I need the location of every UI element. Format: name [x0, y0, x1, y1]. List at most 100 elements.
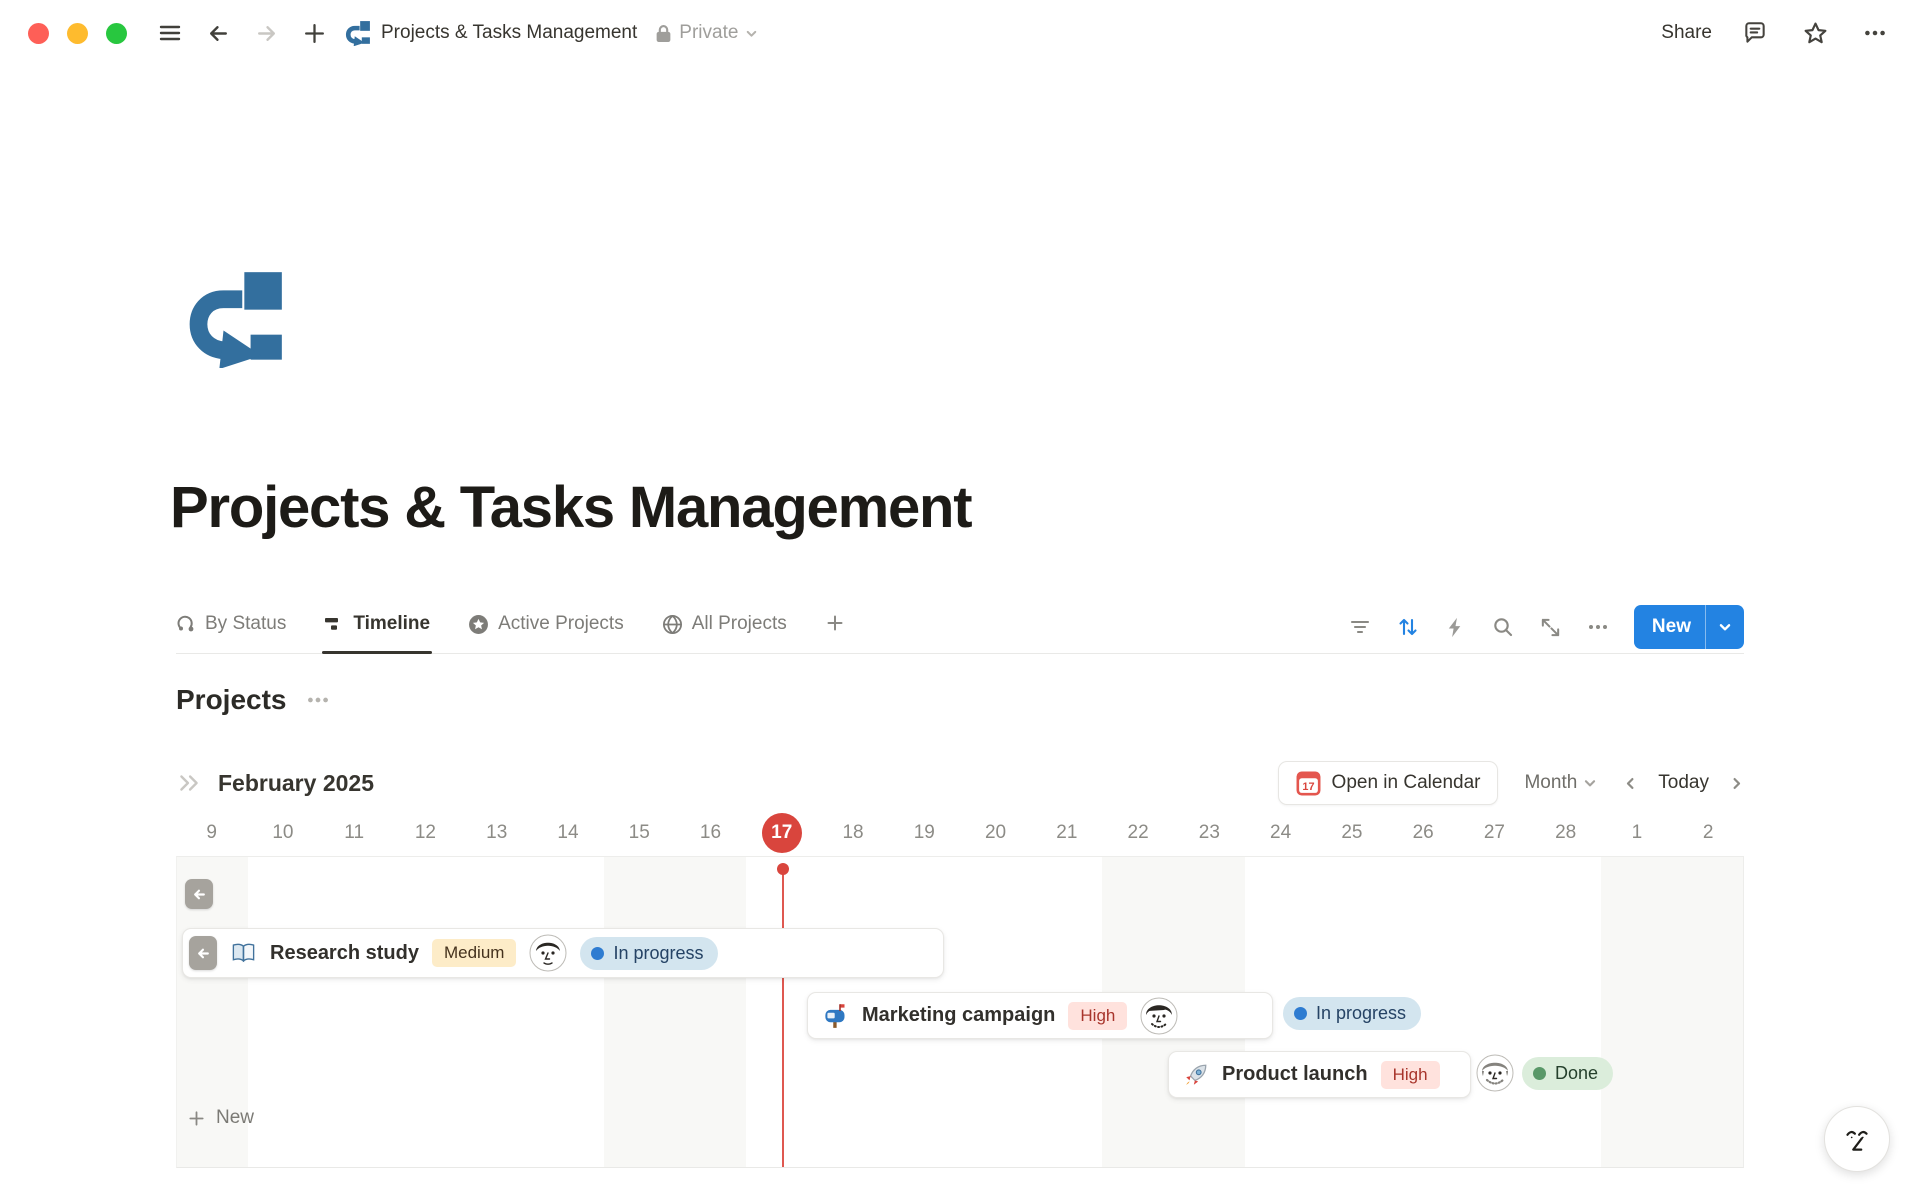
- timeline-day: 2: [1673, 810, 1744, 856]
- tab-active-projects[interactable]: Active Projects: [468, 613, 624, 653]
- timeline-card-marketing-campaign[interactable]: Marketing campaign High: [807, 992, 1273, 1039]
- timeline-day: 10: [247, 810, 318, 856]
- timeline-day: 28: [1530, 810, 1601, 856]
- prev-month-icon[interactable]: [1623, 776, 1638, 791]
- tab-all-projects[interactable]: All Projects: [662, 613, 787, 653]
- section-title: Projects: [176, 684, 287, 716]
- timeline-day: 1: [1601, 810, 1672, 856]
- priority-tag: High: [1068, 1002, 1127, 1030]
- timeline-card-research-study[interactable]: Research study Medium In progress: [182, 928, 944, 978]
- weekend-shade: [675, 857, 746, 1167]
- assignee-avatar: [529, 934, 567, 972]
- timeline-day: 24: [1245, 810, 1316, 856]
- close-window-button[interactable]: [28, 23, 49, 44]
- timeline-day: 22: [1102, 810, 1173, 856]
- sort-icon[interactable]: [1396, 615, 1420, 639]
- ai-face-icon: [1839, 1121, 1875, 1157]
- priority-tag: High: [1381, 1061, 1440, 1089]
- expand-icon[interactable]: [1539, 616, 1562, 639]
- open-in-calendar-button[interactable]: 17 Open in Calendar: [1278, 761, 1499, 805]
- plus-icon: [187, 1109, 206, 1128]
- privacy-dropdown[interactable]: Private: [655, 22, 758, 44]
- timeline-day: 16: [675, 810, 746, 856]
- timeline-day: 20: [960, 810, 1031, 856]
- weekend-shade: [1672, 857, 1743, 1167]
- card-title: Marketing campaign: [862, 1004, 1055, 1027]
- timeline-day: 13: [461, 810, 532, 856]
- breadcrumb[interactable]: Projects & Tasks Management: [345, 20, 637, 46]
- chevron-down-icon: [1583, 776, 1597, 790]
- double-chevron-icon[interactable]: [176, 772, 202, 794]
- weekend-shade: [604, 857, 675, 1167]
- new-button[interactable]: New: [1634, 605, 1744, 649]
- rocket-icon: [1183, 1062, 1209, 1088]
- zoom-window-button[interactable]: [106, 23, 127, 44]
- minimize-window-button[interactable]: [67, 23, 88, 44]
- chevron-down-icon: [745, 27, 758, 40]
- left-arrow-icon: [193, 888, 206, 901]
- status-dot: [591, 947, 604, 960]
- calendar-17-icon: 17: [1296, 771, 1321, 796]
- timeline-month-title: February 2025: [218, 770, 374, 797]
- new-button-label: New: [1634, 616, 1705, 638]
- page-logo-icon: [345, 20, 371, 46]
- add-row-label: New: [216, 1107, 254, 1129]
- back-arrow-icon[interactable]: [201, 16, 235, 50]
- status-icon: [176, 614, 196, 634]
- page-logo[interactable]: [186, 268, 286, 368]
- traffic-lights: [28, 23, 127, 44]
- timeline-day: 19: [889, 810, 960, 856]
- status-dot: [1294, 1007, 1307, 1020]
- timeline-body: Research study Medium In progress Market…: [176, 856, 1744, 1168]
- tab-by-status[interactable]: By Status: [176, 613, 286, 653]
- lock-icon: [655, 24, 672, 43]
- add-timeline-row-button[interactable]: New: [187, 1107, 254, 1129]
- filter-icon[interactable]: [1348, 615, 1372, 639]
- search-icon[interactable]: [1491, 615, 1515, 639]
- mailbox-icon: [822, 1002, 849, 1029]
- timeline-day: 12: [390, 810, 461, 856]
- timeline-day: 21: [1031, 810, 1102, 856]
- comments-icon[interactable]: [1738, 16, 1772, 50]
- scroll-to-item-chip[interactable]: [185, 879, 213, 909]
- timeline-day: 26: [1388, 810, 1459, 856]
- timeline-dates-row: 9101112131415161718192021222324252627281…: [176, 810, 1744, 856]
- tab-label: All Projects: [692, 613, 787, 635]
- tab-timeline[interactable]: Timeline: [324, 613, 430, 653]
- share-button[interactable]: Share: [1661, 22, 1712, 44]
- section-more-icon[interactable]: [305, 687, 331, 713]
- today-button[interactable]: Today: [1658, 772, 1709, 794]
- card-title: Research study: [270, 942, 419, 965]
- svg-text:17: 17: [1302, 780, 1314, 792]
- priority-tag: Medium: [432, 939, 516, 967]
- assignee-avatar: [1140, 997, 1178, 1035]
- timeline-card-product-launch[interactable]: Product launch High: [1168, 1051, 1471, 1098]
- next-month-icon[interactable]: [1729, 776, 1744, 791]
- notion-ai-button[interactable]: [1824, 1106, 1890, 1172]
- favorite-star-icon[interactable]: [1798, 16, 1832, 50]
- weekend-shade: [1601, 857, 1672, 1167]
- new-page-plus-icon[interactable]: [297, 16, 331, 50]
- new-button-chevron-icon[interactable]: [1706, 620, 1744, 634]
- timeline-day: 9: [176, 810, 247, 856]
- tab-label: Active Projects: [498, 613, 624, 635]
- today-line: [782, 869, 784, 1167]
- timeline-day-today: 17: [746, 810, 817, 856]
- lightning-icon[interactable]: [1444, 616, 1467, 639]
- add-view-button[interactable]: [825, 613, 845, 653]
- timeline-icon: [324, 614, 344, 634]
- open-in-calendar-label: Open in Calendar: [1332, 772, 1481, 794]
- globe-icon: [662, 614, 683, 635]
- sidebar-menu-icon[interactable]: [153, 16, 187, 50]
- more-options-icon[interactable]: [1858, 16, 1892, 50]
- timeline-day: 15: [604, 810, 675, 856]
- view-more-icon[interactable]: [1586, 615, 1610, 639]
- scroll-to-item-chip[interactable]: [189, 936, 217, 970]
- page-title: Projects & Tasks Management: [170, 474, 971, 541]
- forward-arrow-icon[interactable]: [249, 16, 283, 50]
- timeline-scale-dropdown[interactable]: Month: [1524, 772, 1597, 794]
- status-dot: [1533, 1067, 1546, 1080]
- plus-icon: [825, 613, 845, 633]
- star-circle-icon: [468, 614, 489, 635]
- left-arrow-icon: [197, 947, 210, 960]
